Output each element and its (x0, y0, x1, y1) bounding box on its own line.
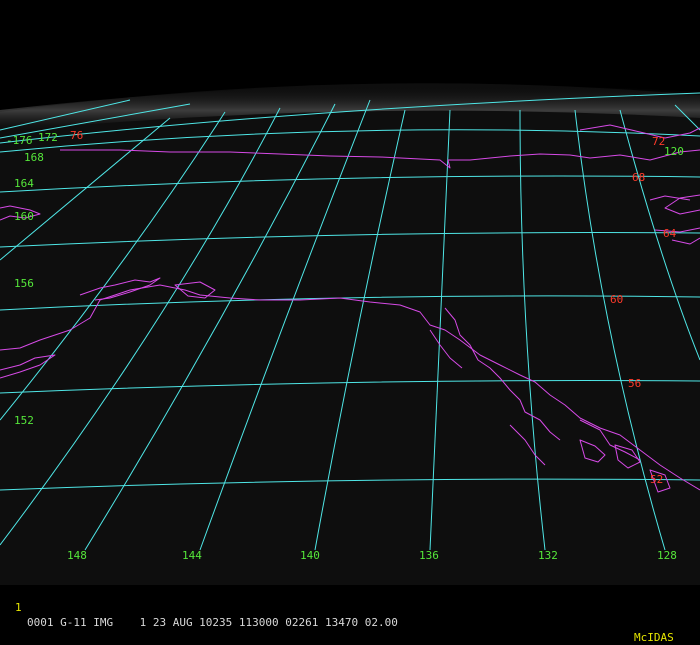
lat-label-52: 52 (650, 473, 663, 486)
mcidas-brand: McIDAS (634, 631, 674, 644)
lon-label-left-0: -176 (6, 134, 33, 147)
frame-number: 1 (15, 601, 22, 614)
status-bar: 1 0001 G-11 IMG 1 23 AUG 10235 113000 02… (0, 585, 700, 644)
lon-label-left-1: 172 (38, 131, 58, 144)
lon-label-left-2: 168 (24, 151, 44, 164)
earth-disk (0, 83, 700, 585)
lon-label-left-6: 152 (14, 414, 34, 427)
lat-label-64: 64 (663, 227, 677, 240)
lon-label-left-5: 156 (14, 277, 34, 290)
lon-label-bottom-4: 132 (538, 549, 558, 562)
lat-label-76: 76 (70, 129, 83, 142)
lat-label-60: 60 (610, 293, 623, 306)
satellite-map: 76 72 68 64 60 56 52 -176 172 168 164 16… (0, 0, 700, 600)
lat-label-56: 56 (628, 377, 641, 390)
image-info-text: 0001 G-11 IMG 1 23 AUG 10235 113000 0226… (27, 616, 398, 629)
lon-label-bottom-3: 136 (419, 549, 439, 562)
lon-label-bottom-5: 128 (657, 549, 677, 562)
lon-label-right-edge: 120 (664, 145, 684, 158)
lon-label-left-4: 160 (14, 210, 34, 223)
lat-label-68: 68 (632, 171, 645, 184)
lon-label-bottom-2: 140 (300, 549, 320, 562)
lon-label-bottom-0: 148 (67, 549, 87, 562)
lon-label-bottom-1: 144 (182, 549, 202, 562)
lon-label-left-3: 164 (14, 177, 34, 190)
